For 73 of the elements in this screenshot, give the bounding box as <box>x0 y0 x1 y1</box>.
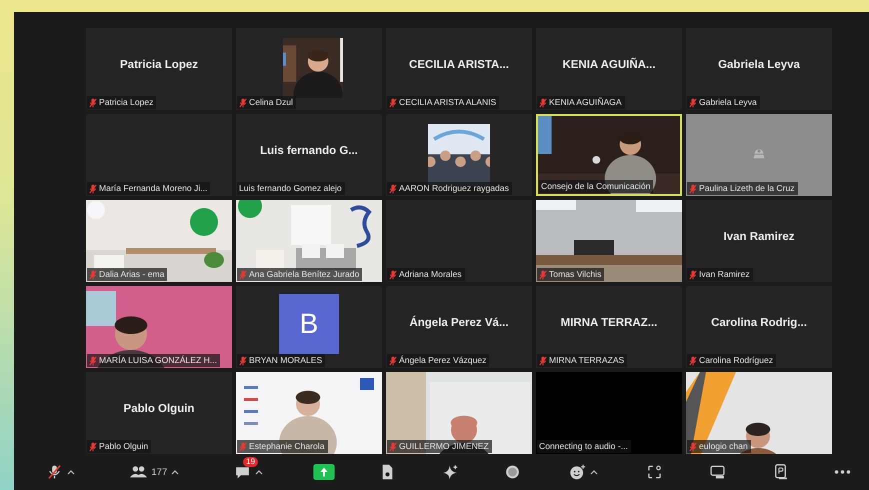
muted-mic-icon <box>539 98 547 108</box>
participant-label: Connecting to audio -... <box>539 441 628 452</box>
muted-mic-icon <box>689 442 697 452</box>
muted-mic-icon <box>689 98 697 108</box>
participant-name: CECILIA ARISTA... <box>409 59 509 71</box>
participant-name: Ángela Perez Vá... <box>409 317 509 329</box>
participant-label: Paulina Lizeth de la Cruz <box>699 183 795 194</box>
participant-label: eulogio chan <box>699 441 748 452</box>
share-screen-icon[interactable] <box>313 464 336 480</box>
participant-label: Celina Dzul <box>249 97 293 108</box>
participant-label: Ivan Ramirez <box>699 269 750 280</box>
participant-label: María Fernanda Moreno Ji... <box>99 183 208 194</box>
muted-mic-icon <box>239 98 247 108</box>
muted-mic-icon <box>89 270 97 280</box>
muted-mic-icon <box>389 442 397 452</box>
participant-count: 177 <box>151 466 168 478</box>
participant-label: Pablo Olguin <box>99 441 148 452</box>
participant-name: Luis fernando G... <box>260 145 358 157</box>
muted-mic-icon <box>89 356 97 366</box>
muted-mic-icon <box>389 184 397 194</box>
caret-icon[interactable] <box>66 469 74 475</box>
muted-mic-icon <box>89 98 97 108</box>
participant-name: Pablo Olguin <box>124 403 194 415</box>
muted-mic-icon <box>389 98 397 108</box>
muted-mic-icon <box>689 270 697 280</box>
chat-icon[interactable] <box>234 464 252 480</box>
muted-mic-icon <box>539 356 547 366</box>
muted-mic-icon <box>689 356 697 366</box>
participant-label: Luis fernando Gomez alejo <box>239 183 342 194</box>
muted-mic-icon <box>239 356 247 366</box>
record-icon[interactable] <box>504 464 522 480</box>
participant-label: Adriana Morales <box>399 269 462 280</box>
muted-mic-icon <box>89 442 97 452</box>
avatar-initial: B <box>279 294 339 354</box>
caret-icon[interactable] <box>255 469 264 475</box>
participant-label: GUILLERMO JIMENEZ <box>399 441 489 452</box>
muted-mic-icon <box>89 184 97 194</box>
muted-mic-icon <box>389 270 397 280</box>
muted-mic-icon[interactable] <box>46 464 62 480</box>
smiley-icon[interactable] <box>569 464 586 480</box>
participant-name: MIRNA TERRAZ... <box>560 317 658 329</box>
participant-label: KENIA AGUIÑAGA <box>549 97 622 108</box>
participant-label: Dalia Arias - ema <box>99 269 164 280</box>
participant-name: Patricia Lopez <box>120 59 198 71</box>
muted-mic-icon <box>239 270 247 280</box>
sparkle-icon[interactable] <box>442 464 459 480</box>
participant-label: Ángela Perez Vázquez <box>399 355 486 366</box>
participant-label: Ana Gabriela Benítez Jurado <box>249 269 360 280</box>
participant-name: KENIA AGUIÑA... <box>562 59 656 71</box>
participants-icon[interactable] <box>130 464 148 480</box>
muted-mic-icon <box>539 270 547 280</box>
caret-icon[interactable] <box>171 469 180 475</box>
participant-label: Gabriela Leyva <box>699 97 757 108</box>
participant-label: AARON Rodriguez raygadas <box>399 183 509 194</box>
unread-badge: 19 <box>243 457 258 467</box>
caret-icon[interactable] <box>590 469 598 475</box>
participant-name: Carolina Rodrig... <box>711 317 807 329</box>
participant-name: Gabriela Leyva <box>718 59 800 71</box>
muted-mic-icon <box>239 442 247 452</box>
participant-label: Tomas Vilchis <box>549 269 602 280</box>
participant-label: MIRNA TERRAZAS <box>549 355 624 366</box>
participant-label: MARÍA LUISA GONZÁLEZ H... <box>99 355 217 366</box>
participant-label: Patricia Lopez <box>99 97 154 108</box>
muted-mic-icon <box>389 356 397 366</box>
participant-name: Ivan Ramirez <box>724 231 794 243</box>
participant-label: Consejo de la Comunicación <box>541 181 650 192</box>
muted-mic-icon <box>689 184 697 194</box>
participant-label: BRYAN MORALES <box>249 355 322 366</box>
participant-label: Estephanie Charola <box>249 441 324 452</box>
focus-corners-icon[interactable] <box>646 464 663 480</box>
participant-label: Carolina Rodríguez <box>699 355 774 366</box>
monitor-icon[interactable] <box>708 464 726 480</box>
participant-label: CECILIA ARISTA ALANIS <box>399 97 496 108</box>
